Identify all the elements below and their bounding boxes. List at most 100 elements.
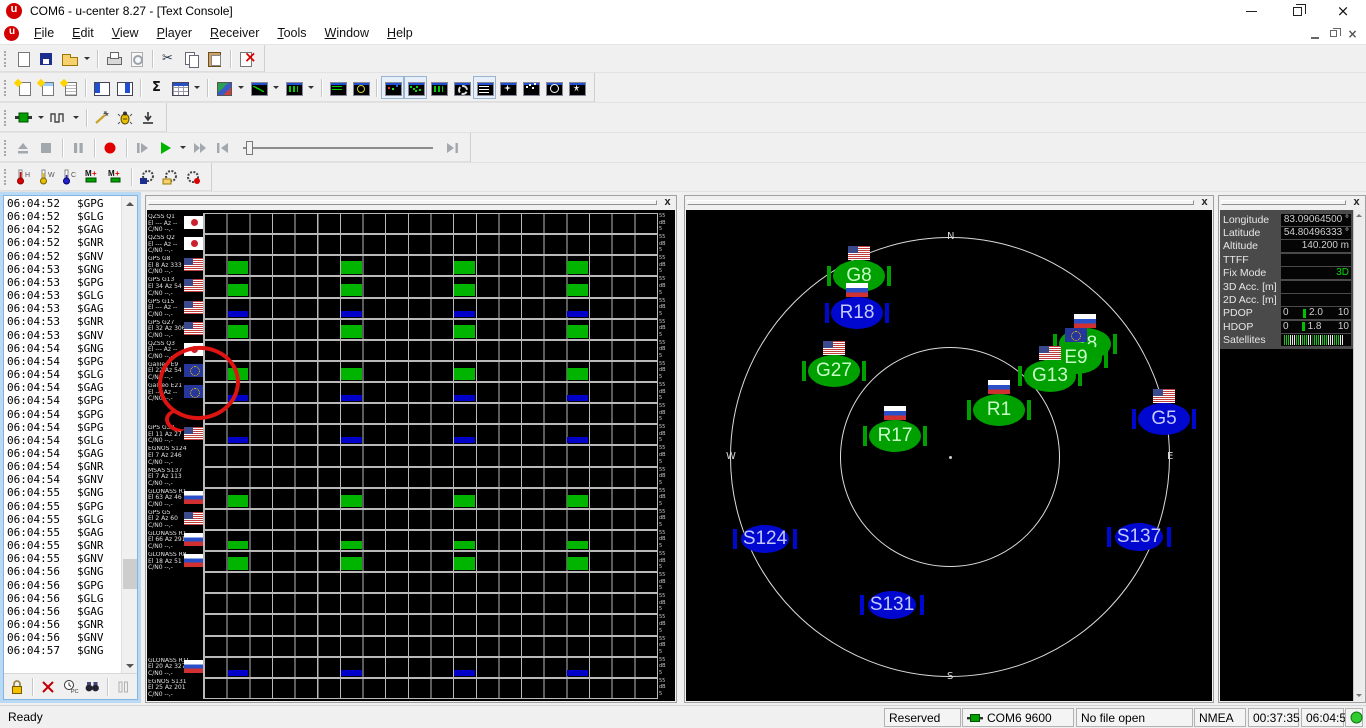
sigma-button[interactable]	[145, 76, 168, 99]
toolbar-grip[interactable]	[4, 51, 7, 67]
open-button[interactable]	[58, 47, 81, 70]
panel-grip[interactable]	[687, 200, 1194, 205]
clockpc-button[interactable]: PC	[59, 676, 81, 698]
scroll-up-arrow[interactable]	[122, 196, 138, 211]
satellite-g5[interactable]: G5	[1132, 401, 1196, 437]
toolbar-grip[interactable]	[4, 80, 7, 96]
newcal-button[interactable]	[35, 76, 58, 99]
console-scrollbar[interactable]	[121, 196, 137, 673]
star-button[interactable]	[496, 76, 519, 99]
scroll-down-arrow[interactable]	[122, 658, 138, 673]
dropdown-arrow[interactable]	[191, 76, 203, 99]
menu-item-edit[interactable]: Edit	[63, 22, 103, 45]
thermoH-button[interactable]: H	[12, 166, 35, 189]
print-button[interactable]	[102, 47, 125, 70]
restore-button[interactable]	[1274, 0, 1320, 22]
toolbar-grip[interactable]	[4, 169, 7, 185]
download-button[interactable]	[137, 106, 160, 129]
dropdown-arrow[interactable]	[70, 106, 82, 129]
panel-grip[interactable]	[1221, 200, 1346, 205]
satellite-r1[interactable]: R1	[967, 392, 1031, 428]
menu-item-help[interactable]: Help	[378, 22, 422, 45]
satellite-r17[interactable]: R17	[863, 418, 927, 454]
snow-button[interactable]	[565, 76, 588, 99]
dropdown-arrow[interactable]	[81, 47, 93, 70]
gearopen-button[interactable]	[159, 166, 182, 189]
menu-item-player[interactable]: Player	[148, 22, 201, 45]
compass-button[interactable]	[349, 76, 372, 99]
mplus1-button[interactable]: M+	[81, 166, 104, 189]
dots-button[interactable]	[404, 76, 427, 99]
step-button[interactable]	[131, 136, 154, 159]
table-button[interactable]	[168, 76, 191, 99]
mdi-restore-button[interactable]	[1324, 25, 1343, 42]
panel-close-button[interactable]: x	[1198, 197, 1211, 208]
newlog-button[interactable]	[12, 76, 35, 99]
dropdown-arrow[interactable]	[235, 76, 247, 99]
linechart-button[interactable]	[247, 76, 270, 99]
preview-button[interactable]	[125, 47, 148, 70]
wand-button[interactable]	[91, 106, 114, 129]
new-button[interactable]	[12, 47, 35, 70]
playback-slider-thumb[interactable]	[246, 141, 253, 155]
satellite-s124[interactable]: S124	[733, 521, 797, 557]
delx-button[interactable]	[37, 676, 59, 698]
satmap-button[interactable]	[381, 76, 404, 99]
binoc-button[interactable]	[81, 676, 103, 698]
eject-button[interactable]	[12, 136, 35, 159]
panel-close-button[interactable]: x	[1350, 197, 1363, 208]
satellite-s137[interactable]: S137	[1107, 519, 1171, 555]
play-button[interactable]	[154, 136, 177, 159]
menu-item-view[interactable]: View	[103, 22, 148, 45]
ffwd-button[interactable]	[189, 136, 212, 159]
minimize-button[interactable]	[1228, 0, 1274, 22]
data-scrollbar[interactable]	[1353, 210, 1364, 701]
record-button[interactable]	[99, 136, 122, 159]
lines-button[interactable]	[473, 76, 496, 99]
satellite-s131[interactable]: S131	[860, 587, 924, 623]
paste-button[interactable]	[203, 47, 226, 70]
dropdown-arrow[interactable]	[177, 136, 189, 159]
bug-button[interactable]	[114, 106, 137, 129]
panel-close-button[interactable]: x	[661, 197, 674, 208]
mdi-minimize-button[interactable]	[1305, 25, 1324, 42]
thermoC-button[interactable]: C	[58, 166, 81, 189]
dropdown-arrow[interactable]	[305, 76, 317, 99]
menu-item-window[interactable]: Window	[316, 22, 378, 45]
save-button[interactable]	[35, 47, 58, 70]
panel-grip[interactable]	[148, 200, 657, 205]
satellite-g13[interactable]: G13	[1018, 358, 1082, 394]
greenbars-button[interactable]	[427, 76, 450, 99]
satellite-g27[interactable]: G27	[802, 353, 866, 389]
dropdown-arrow[interactable]	[270, 76, 282, 99]
pausebars-button[interactable]	[112, 676, 134, 698]
toolbar-grip[interactable]	[4, 140, 7, 156]
copy-button[interactable]	[180, 47, 203, 70]
mdi-close-button[interactable]: ×	[1343, 25, 1362, 42]
clock-button[interactable]	[542, 76, 565, 99]
cut-button[interactable]	[157, 47, 180, 70]
satellite-r18[interactable]: R18	[825, 295, 889, 331]
wave-button[interactable]	[47, 106, 70, 129]
newtxt-button[interactable]	[58, 76, 81, 99]
playback-slider[interactable]	[243, 140, 433, 156]
gearred-button[interactable]	[182, 166, 205, 189]
lock-button[interactable]	[6, 676, 28, 698]
mplus2-button[interactable]: M+	[104, 166, 127, 189]
toend-button[interactable]	[441, 136, 464, 159]
gearscr-button[interactable]	[450, 76, 473, 99]
gearsave-button[interactable]	[136, 166, 159, 189]
dropdown-arrow[interactable]	[35, 106, 47, 129]
map-button[interactable]	[212, 76, 235, 99]
close-button[interactable]: ×	[1320, 0, 1366, 22]
thermoW-button[interactable]: W	[35, 166, 58, 189]
dockh-button[interactable]	[90, 76, 113, 99]
tostart-button[interactable]	[212, 136, 235, 159]
barchart-button[interactable]	[282, 76, 305, 99]
consoleicon-button[interactable]	[326, 76, 349, 99]
dockv-button[interactable]	[113, 76, 136, 99]
toolbar-grip[interactable]	[4, 110, 7, 126]
menu-item-tools[interactable]: Tools	[268, 22, 315, 45]
stop-button[interactable]	[35, 136, 58, 159]
scroll-thumb[interactable]	[123, 559, 137, 589]
